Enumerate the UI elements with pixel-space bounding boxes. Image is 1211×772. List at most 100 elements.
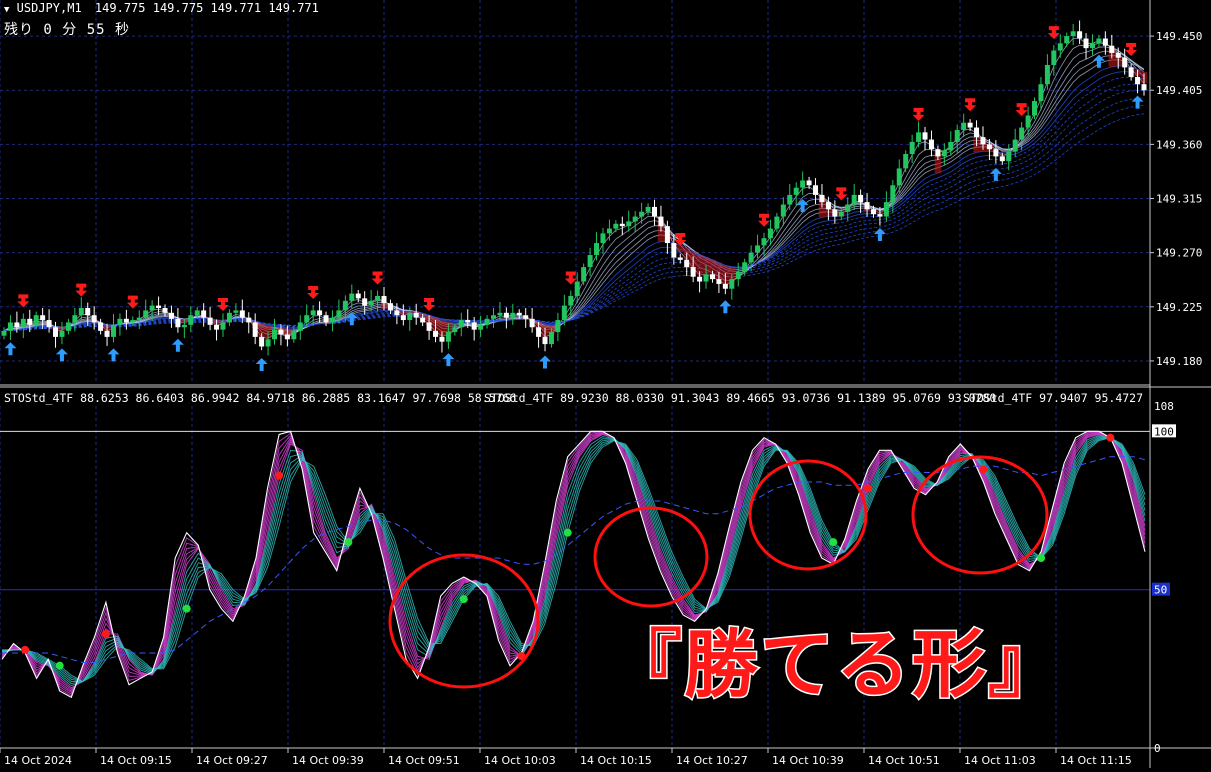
candle-body: [870, 209, 876, 215]
candle: [207, 306, 213, 331]
candle: [168, 305, 174, 328]
candle: [246, 312, 252, 334]
candle-body: [207, 317, 213, 325]
sto-tick-label: 50: [1154, 584, 1167, 597]
candle-body: [742, 262, 748, 272]
candle-body: [201, 310, 207, 318]
candle: [652, 199, 658, 226]
buy-arrow-icon: [107, 348, 120, 362]
candle: [890, 179, 896, 213]
candle-body: [420, 317, 426, 323]
candle: [922, 126, 928, 151]
buy-arrow-icon: [171, 338, 184, 352]
candle-body: [426, 322, 432, 331]
candle-body: [587, 255, 593, 268]
symbol-dropdown-icon[interactable]: ▼: [4, 5, 9, 15]
candle-body: [46, 320, 52, 328]
candle: [787, 184, 793, 210]
indicator-label-1: STOStd_4TF 88.6253 86.6403 86.9942 84.97…: [4, 391, 517, 405]
sto-tick-label: 108: [1154, 400, 1174, 413]
candle-body: [652, 206, 658, 217]
candle-body: [490, 315, 496, 319]
time-tick-label: 14 Oct 09:27: [196, 754, 268, 767]
sto-red-dot: [275, 471, 284, 480]
candle: [1012, 128, 1018, 158]
candle: [110, 314, 116, 343]
candle-body: [323, 315, 329, 323]
candle-body: [1141, 84, 1147, 91]
symbol-label[interactable]: USDJPY,M1: [17, 1, 82, 15]
candle: [46, 309, 52, 333]
sto-tick-label: 0: [1154, 742, 1161, 755]
sell-arrow-icon: [216, 298, 229, 311]
candle-body: [1122, 57, 1128, 68]
candle-body: [935, 149, 941, 157]
candle: [1083, 33, 1089, 59]
buy-arrow-icon: [539, 355, 552, 369]
candle: [1019, 122, 1025, 151]
candle: [993, 140, 999, 164]
ema-ribbon-line: [3, 76, 1145, 332]
candle-body: [394, 310, 400, 316]
candle-body: [909, 141, 915, 154]
candle-body: [53, 327, 59, 337]
symbol-header: ▼ USDJPY,M1 149.775 149.775 149.771 149.…: [4, 1, 319, 15]
candle-body: [110, 324, 116, 337]
candle-body: [272, 329, 278, 340]
candle-body: [484, 318, 490, 325]
candle: [7, 315, 13, 340]
sto-red-dot: [863, 484, 872, 493]
candle-body: [1038, 84, 1044, 102]
candle-body: [375, 295, 381, 301]
ema-ribbon-line: [3, 55, 1145, 332]
candle-body: [516, 312, 522, 316]
candle-body: [85, 308, 91, 316]
candle-body: [91, 315, 97, 323]
candle-body: [355, 293, 361, 299]
candle-body: [239, 310, 245, 318]
candle-body: [819, 194, 825, 203]
ema-ribbon-line: [3, 50, 1145, 333]
candle-body: [1019, 127, 1025, 140]
candle-body: [349, 293, 355, 301]
time-tick-label: 14 Oct 2024: [4, 754, 72, 767]
candle: [272, 318, 278, 345]
ema-ribbon-line: [3, 104, 1145, 332]
candle-body: [594, 243, 600, 256]
candle-body: [851, 194, 857, 205]
sto-green-dot: [563, 528, 572, 537]
candle: [59, 321, 65, 345]
candle-body: [452, 327, 458, 333]
candle-body: [645, 206, 651, 212]
candle-body: [181, 324, 187, 328]
candle-body: [883, 202, 889, 217]
candle-body: [1012, 139, 1018, 152]
candle-body: [117, 318, 123, 325]
ema-ribbon-line: [3, 71, 1145, 332]
time-tick-label: 14 Oct 09:51: [388, 754, 460, 767]
candle-body: [7, 322, 13, 331]
candle-body: [14, 322, 20, 328]
indicator-label-2: STOStd_4TF 89.9230 88.0330 91.3043 89.46…: [484, 391, 997, 405]
candle-body: [1083, 38, 1089, 49]
candle-body: [722, 283, 728, 289]
candle-body: [433, 330, 439, 337]
candle-body: [613, 223, 619, 229]
candle-body: [1115, 52, 1121, 58]
candle-body: [774, 216, 780, 229]
candle-body: [246, 317, 252, 323]
candle-body: [1032, 101, 1038, 116]
sto-red-dot: [979, 465, 988, 474]
candle-body: [72, 315, 78, 323]
candle: [1057, 34, 1063, 58]
candle-body: [690, 267, 696, 277]
candle: [645, 203, 651, 216]
candle-body: [149, 305, 155, 311]
candle-body: [33, 315, 39, 325]
candle: [1077, 20, 1083, 44]
candle-body: [684, 259, 690, 268]
candle-body: [233, 310, 239, 313]
candle-body: [381, 295, 387, 304]
candle: [581, 263, 587, 286]
sell-arrow-icon: [912, 107, 925, 121]
